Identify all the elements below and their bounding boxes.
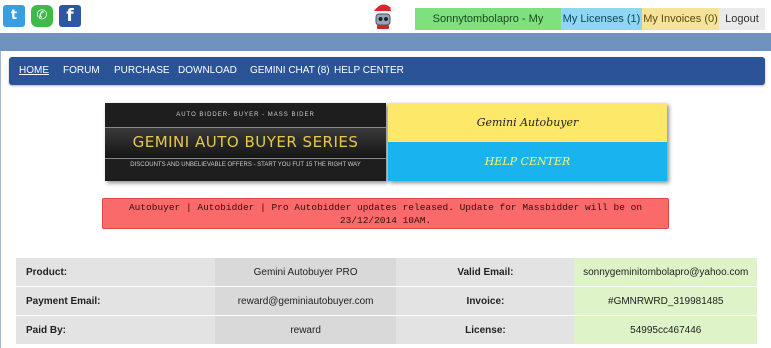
nav-forum[interactable]: FORUM xyxy=(63,57,100,85)
my-account-link[interactable]: Sonnytombolapro - My account xyxy=(415,8,561,47)
twitter-icon[interactable]: t xyxy=(3,5,25,27)
update-notice: Autobuyer | Autobidder | Pro Autobidder … xyxy=(102,198,669,229)
product-value: Gemini Autobuyer PRO xyxy=(214,258,397,287)
autobuyer-banner[interactable]: Gemini Autobuyer xyxy=(388,103,667,142)
side-banner: Gemini Autobuyer HELP CENTER xyxy=(388,103,667,181)
main-nav: HOME FORUM PURCHASE DOWNLOAD GEMINI CHAT… xyxy=(9,57,765,85)
logout-link[interactable]: Logout xyxy=(719,8,765,30)
invoice-label: Invoice: xyxy=(396,286,575,316)
banner-title: GEMINI AUTO BUYER SERIES xyxy=(132,133,359,151)
nav-help-center[interactable]: HELP CENTER xyxy=(334,57,404,85)
valid-email-label: Valid Email: xyxy=(396,258,575,287)
paid-by-value: reward xyxy=(214,315,397,345)
nav-download[interactable]: DOWNLOAD xyxy=(178,57,237,85)
santa-mascot-icon xyxy=(374,4,396,29)
nav-gemini-chat[interactable]: GEMINI CHAT (8) xyxy=(250,57,330,85)
my-invoices-link[interactable]: My Invoices (0) xyxy=(642,8,719,30)
nav-home[interactable]: HOME xyxy=(19,57,49,85)
product-label: Product: xyxy=(16,258,215,287)
valid-email-value: sonnygeminitombolapro@yahoo.com xyxy=(574,258,757,287)
facebook-icon[interactable]: f xyxy=(59,5,81,27)
paid-by-label: Paid By: xyxy=(16,315,215,345)
banner-tagline: AUTO BIDDER- BUYER - MASS BIDER xyxy=(176,112,315,118)
table-row: Payment Email: reward@geminiautobuyer.co… xyxy=(16,286,757,316)
banner-subtitle: DISCOUNTS AND UNBELIEVABLE OFFERS - STAR… xyxy=(130,162,361,168)
whatsapp-icon[interactable]: ✆ xyxy=(31,5,53,27)
table-row: Product: Gemini Autobuyer PRO Valid Emai… xyxy=(16,258,757,287)
payment-email-value: reward@geminiautobuyer.com xyxy=(214,286,397,316)
gemini-banner[interactable]: AUTO BIDDER- BUYER - MASS BIDER GEMINI A… xyxy=(105,103,386,181)
nav-purchase[interactable]: PURCHASE xyxy=(114,57,170,85)
table-row: Paid By: reward License: 54995cc467446 xyxy=(16,315,757,345)
invoice-value: #GMNRWRD_319981485 xyxy=(574,286,757,316)
license-details-table: Product: Gemini Autobuyer PRO Valid Emai… xyxy=(16,258,757,345)
header-band xyxy=(0,33,771,51)
license-label: License: xyxy=(396,315,575,345)
help-center-banner[interactable]: HELP CENTER xyxy=(388,142,667,181)
license-value: 54995cc467446 xyxy=(574,315,757,345)
top-bar: t ✆ f Sonnytombolapro - My account My Li… xyxy=(0,0,771,47)
my-licenses-link[interactable]: My Licenses (1) xyxy=(561,8,642,30)
payment-email-label: Payment Email: xyxy=(16,286,215,316)
